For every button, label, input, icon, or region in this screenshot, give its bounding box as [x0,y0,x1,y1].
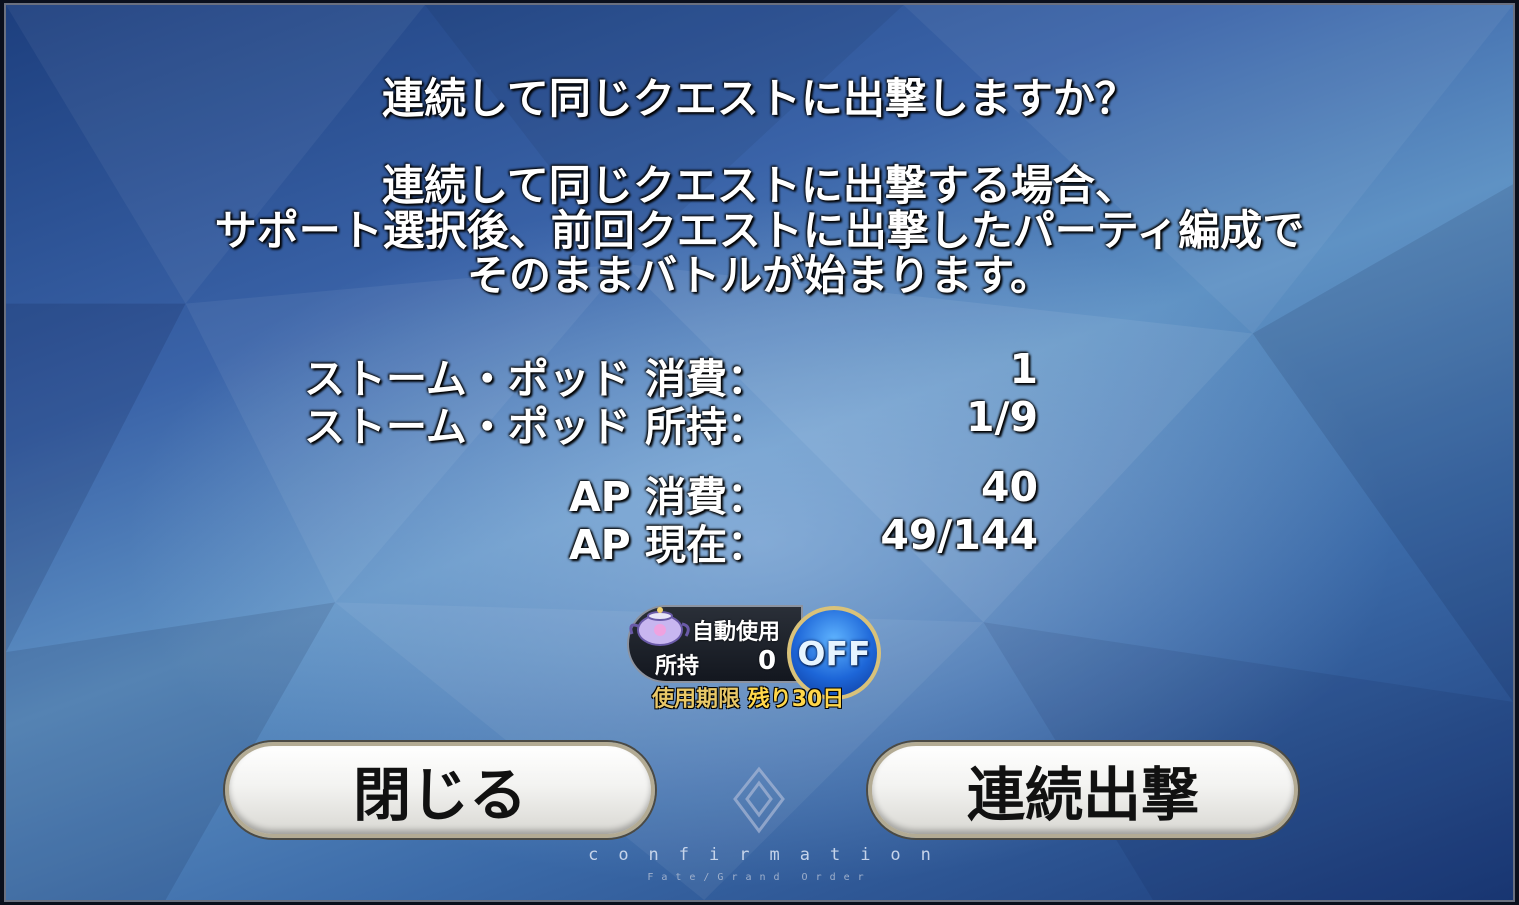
teapot-icon [629,607,690,646]
expiry-remaining: 残り30日 [747,687,845,712]
stat-value: 40 [980,463,1038,511]
hold-value: 0 [758,646,777,676]
description-line-2: サポート選択後、前回クエストに出撃したパーティ編成で [214,206,1305,255]
confirmation-caption: confirmation [588,845,951,865]
description-line-1: 連続して同じクエストに出撃する場合、 [382,161,1137,210]
description-line-3: そのままバトルが始まります。 [466,251,1053,300]
toggle-state-label: OFF [797,633,871,673]
repeat-sortie-button[interactable]: 連続出撃 [868,742,1298,838]
brand-caption: Fate/Grand Order [647,872,872,883]
hold-label: 所持 [655,654,700,679]
expiry-info: 使用期限 残り30日 [652,681,844,713]
dialog-description: 連続して同じクエストに出撃する場合、 サポート選択後、前回クエストに出撃したパー… [6,163,1513,298]
stat-label: ストーム・ポッド 所持： [303,403,768,451]
close-button[interactable]: 閉じる [225,742,655,838]
stat-ap-current: AP 現在： 49/144 [6,511,1513,569]
stat-value: 49/144 [880,511,1038,559]
stat-label: AP 現在： [568,521,768,569]
stat-storm-pod-hold: ストーム・ポッド 所持： 1/9 [6,393,1513,451]
stat-ap-consume: AP 消費： 40 [6,463,1513,521]
fgo-emblem-icon [733,766,785,834]
stat-value: 1/9 [965,393,1038,441]
auto-use-label: 自動使用 [692,620,781,645]
stat-storm-pod-consume: ストーム・ポッド 消費： 1 [6,345,1513,403]
expiry-label: 使用期限 [652,687,741,712]
stat-value: 1 [1009,345,1038,393]
dialog-title: 連続して同じクエストに出撃しますか？ [382,74,1137,123]
